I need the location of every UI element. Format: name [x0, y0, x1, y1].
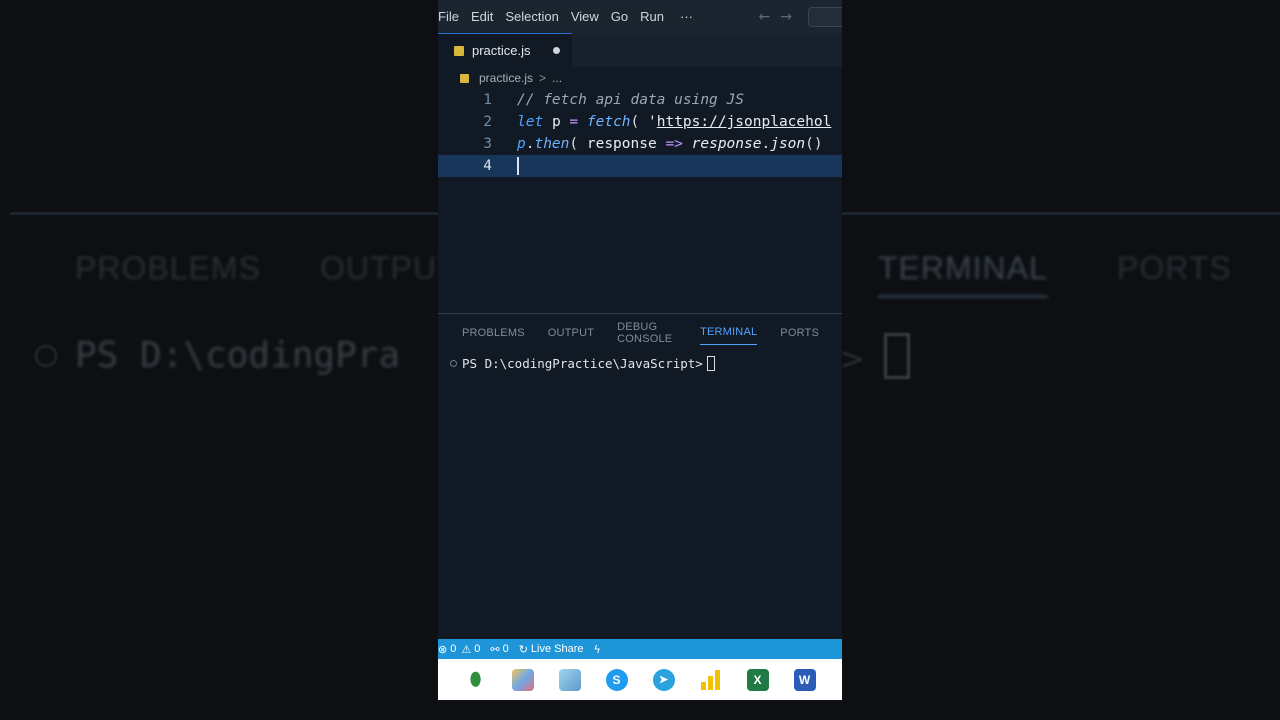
code-line-current: 4 [438, 155, 842, 177]
ports-count: 0 [502, 643, 509, 655]
breadcrumb-file[interactable]: practice.js [479, 71, 533, 85]
background-tab-ports: PORTS [1117, 250, 1232, 286]
excel-icon[interactable]: X [746, 668, 769, 691]
tab-problems[interactable]: PROBLEMS [462, 320, 525, 345]
paint-icon[interactable] [511, 668, 534, 691]
background-prompt: PS D:\codingPra [75, 335, 401, 376]
navigation-controls: ← → [759, 6, 842, 27]
background-tab-output: OUTPUT [320, 250, 458, 286]
menu-edit[interactable]: Edit [465, 9, 499, 24]
background-chevron-icon: > [840, 342, 866, 377]
tab-ports[interactable]: PORTS [780, 320, 819, 345]
code-function: fetch [586, 114, 631, 130]
code-method: json [770, 136, 806, 152]
plug-icon: ϟ [593, 642, 601, 656]
code-paren: ( [630, 114, 640, 130]
background-ring-icon [35, 345, 57, 367]
code-arrow: => [665, 136, 683, 152]
code-object: p [517, 136, 526, 152]
code-line: 1 // fetch api data using JS [438, 89, 842, 111]
breadcrumb: practice.js > ... [438, 67, 842, 89]
broadcast-icon: ⚯ [490, 642, 500, 656]
error-count: 0 [450, 643, 457, 655]
code-object: response [691, 136, 762, 152]
live-share-label: Live Share [530, 643, 584, 655]
code-call: () [805, 136, 823, 152]
background-tab-terminal: TERMINAL [878, 250, 1048, 298]
live-share-icon: ↻ [518, 642, 528, 656]
power-bi-icon[interactable] [700, 669, 722, 691]
arrow-left-icon[interactable]: ← [759, 9, 771, 25]
code-quote: ' [648, 114, 657, 130]
code-comment: // fetch api data using JS [517, 92, 744, 108]
menu-bar: File Edit Selection View Go Run ··· ← → [438, 0, 842, 33]
tab-output[interactable]: OUTPUT [548, 320, 594, 345]
mongodb-compass-icon[interactable]: ⬮ [465, 669, 487, 691]
code-url[interactable]: https://jsonplacehol [657, 114, 832, 130]
line-number: 1 [483, 92, 492, 108]
vscode-window: File Edit Selection View Go Run ··· ← → … [438, 0, 842, 700]
warning-icon: ⚠ [461, 642, 472, 656]
editor-tab-bar: practice.js [438, 33, 842, 67]
background-tab-problems: PROBLEMS [75, 250, 261, 286]
tab-practice-js[interactable]: practice.js [438, 33, 572, 67]
line-number: 2 [483, 114, 492, 130]
panel-tab-bar: PROBLEMS OUTPUT DEBUG CONSOLE TERMINAL P… [438, 314, 842, 350]
command-status-icon [450, 359, 457, 367]
background-cursor [884, 333, 910, 379]
code-method: then [534, 136, 570, 152]
menu-file[interactable]: File [438, 9, 465, 24]
line-number: 4 [483, 158, 492, 174]
ports-status[interactable]: ⚯ 0 [490, 643, 508, 656]
javascript-file-icon [460, 73, 469, 83]
code-keyword: let [517, 114, 544, 130]
code-line: 2 let p = fetch( 'https://jsonplacehol [438, 111, 842, 133]
bottom-panel: PROBLEMS OUTPUT DEBUG CONSOLE TERMINAL P… [438, 313, 842, 639]
text-caret [517, 157, 519, 175]
unsaved-dot-icon[interactable] [552, 47, 560, 54]
menu-more[interactable]: ··· [670, 9, 699, 24]
skype-icon[interactable]: S [605, 668, 628, 691]
code-parameter: response [586, 136, 657, 152]
line-number: 3 [483, 136, 492, 152]
code-operator: = [569, 114, 579, 130]
terminal-line[interactable]: PS D:\codingPractice\JavaScript> [438, 353, 842, 373]
plug-status[interactable]: ϟ [594, 643, 604, 656]
command-center-search[interactable] [808, 6, 842, 27]
terminal-prompt: PS D:\codingPractice\JavaScript> [462, 355, 703, 371]
live-share-status[interactable]: ↻ Live Share [519, 643, 584, 656]
code-variable: p [551, 114, 561, 130]
taskbar: ⬮ S ➤ X W [438, 659, 842, 700]
code-editor[interactable]: 1 // fetch api data using JS 2 let p = f… [438, 89, 842, 307]
code-dot: . [761, 136, 771, 152]
menu-go[interactable]: Go [605, 9, 634, 24]
chevron-right-icon: > [539, 71, 547, 85]
telegram-icon[interactable]: ➤ [652, 668, 675, 691]
menu-view[interactable]: View [565, 9, 605, 24]
menu-run[interactable]: Run [634, 9, 670, 24]
breadcrumb-more[interactable]: ... [552, 71, 562, 85]
terminal-cursor [706, 355, 715, 371]
status-bar: ⊗ 0 ⚠ 0 ⚯ 0 ↻ Live Share ϟ [438, 639, 842, 659]
code-paren: ( [569, 136, 579, 152]
word-icon[interactable]: W [793, 668, 816, 691]
tab-terminal[interactable]: TERMINAL [700, 319, 758, 345]
notepad-icon[interactable] [558, 668, 581, 691]
javascript-file-icon [454, 45, 464, 56]
code-line: 3 p.then( response => response.json() [438, 133, 842, 155]
tab-debug-console[interactable]: DEBUG CONSOLE [617, 314, 677, 351]
tab-filename: practice.js [472, 43, 531, 58]
menu-selection[interactable]: Selection [499, 9, 564, 24]
arrow-right-icon[interactable]: → [780, 9, 792, 25]
problems-status[interactable]: ⊗ 0 ⚠ 0 [438, 643, 480, 656]
error-icon: ⊗ [438, 642, 448, 656]
warning-count: 0 [474, 643, 481, 655]
